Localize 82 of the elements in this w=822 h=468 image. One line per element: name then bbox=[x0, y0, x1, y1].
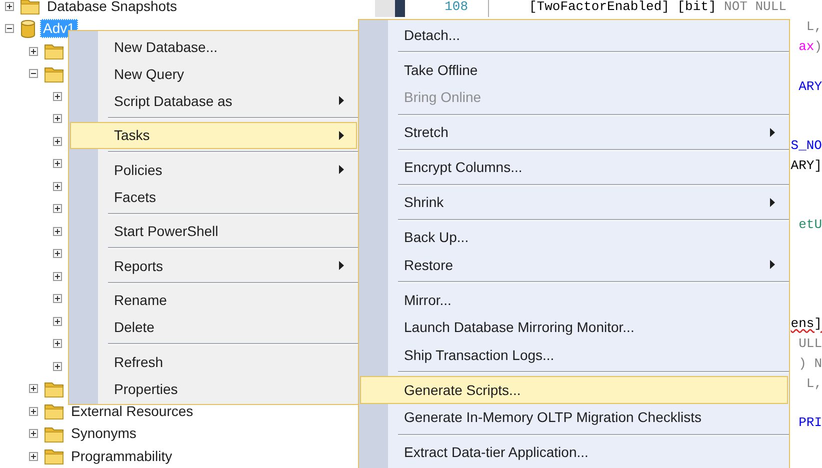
code-text: ax bbox=[798, 38, 814, 54]
code-text: ens] bbox=[790, 316, 822, 332]
code-text: S_NO bbox=[790, 138, 822, 153]
editor-margin bbox=[375, 0, 395, 17]
expand-icon[interactable] bbox=[53, 339, 62, 348]
expand-icon[interactable] bbox=[53, 249, 62, 258]
code-text: NOT NULL bbox=[724, 0, 786, 14]
code-text: etU bbox=[798, 217, 822, 232]
expand-icon[interactable] bbox=[29, 452, 38, 461]
menu-item[interactable]: Start PowerShell bbox=[70, 218, 357, 244]
code-text: L, bbox=[806, 19, 822, 34]
tree-item[interactable]: Synonyms bbox=[68, 424, 140, 444]
expand-icon[interactable] bbox=[53, 182, 62, 191]
menu-item[interactable]: Policies bbox=[70, 156, 357, 183]
folder-icon bbox=[44, 447, 64, 466]
expand-icon[interactable] bbox=[53, 114, 62, 124]
collapse-icon[interactable] bbox=[5, 24, 14, 34]
expand-icon[interactable] bbox=[29, 384, 38, 394]
folder-icon bbox=[44, 42, 64, 60]
menu-item[interactable]: Generate Scripts... bbox=[360, 376, 788, 404]
line-number: 108 bbox=[444, 0, 468, 14]
expand-icon[interactable] bbox=[53, 362, 62, 371]
tree-item[interactable]: External Resources bbox=[68, 402, 196, 421]
menu-item[interactable]: Ship Transaction Logs... bbox=[360, 341, 788, 368]
folder-icon bbox=[44, 402, 64, 420]
code-text: ) N bbox=[798, 356, 822, 371]
code-text: [TwoFactorEnabled] bbox=[529, 0, 670, 14]
folder-icon bbox=[20, 0, 40, 16]
menu-item[interactable]: Stretch bbox=[360, 118, 788, 146]
expand-icon[interactable] bbox=[29, 46, 38, 56]
menu-item[interactable]: Tasks bbox=[70, 122, 357, 148]
menu-item[interactable]: Mirror... bbox=[360, 286, 788, 314]
collapse-icon[interactable] bbox=[29, 69, 38, 78]
menu-item[interactable]: Generate In-Memory OLTP Migration Checklists bbox=[360, 404, 788, 431]
menu-item[interactable]: Shrink bbox=[360, 188, 788, 216]
menu-item[interactable]: Reports bbox=[70, 252, 357, 279]
code-text: ARY] bbox=[790, 158, 822, 173]
menu-item[interactable]: Extract Data-tier Application... bbox=[360, 438, 788, 466]
menu-item[interactable]: Properties bbox=[70, 375, 357, 402]
database-icon bbox=[20, 18, 36, 39]
submenu-arrow-icon bbox=[770, 198, 775, 207]
code-text: [bit] bbox=[677, 0, 716, 14]
menu-item[interactable]: Restore bbox=[360, 251, 788, 278]
menu-item[interactable]: Back Up... bbox=[360, 224, 788, 251]
submenu-arrow-icon bbox=[339, 165, 344, 174]
tree-item[interactable]: Programmability bbox=[68, 446, 176, 466]
submenu-arrow-icon bbox=[770, 260, 775, 270]
menu-item[interactable]: Rename bbox=[70, 286, 357, 314]
menu-item[interactable]: Refresh bbox=[70, 348, 357, 375]
expand-icon[interactable] bbox=[53, 316, 62, 326]
menu-item[interactable]: Delete bbox=[70, 314, 357, 340]
expand-icon[interactable] bbox=[53, 294, 62, 304]
folder-icon bbox=[44, 64, 64, 83]
submenu-arrow-icon bbox=[770, 128, 775, 137]
code-text: L, bbox=[806, 376, 822, 391]
menu-item[interactable]: Take Offline bbox=[360, 56, 788, 84]
code-text: ) bbox=[814, 38, 822, 54]
folder-icon bbox=[44, 424, 64, 443]
menu-item[interactable]: New Query bbox=[70, 60, 357, 87]
expand-icon[interactable] bbox=[53, 204, 62, 214]
menu-item[interactable]: Facets bbox=[70, 183, 357, 210]
menu-item[interactable]: Launch Database Mirroring Monitor... bbox=[360, 314, 788, 341]
tree-item[interactable]: Database Snapshots bbox=[44, 0, 180, 16]
expand-icon[interactable] bbox=[29, 406, 38, 416]
code-text: ARY bbox=[798, 78, 822, 94]
expand-icon[interactable] bbox=[53, 136, 62, 146]
folder-icon bbox=[44, 380, 64, 398]
expand-icon[interactable] bbox=[5, 2, 14, 11]
change-bar bbox=[395, 0, 405, 17]
code-text: PRI bbox=[798, 415, 822, 430]
expand-icon[interactable] bbox=[53, 272, 62, 281]
expand-icon[interactable] bbox=[53, 226, 62, 236]
menu-item[interactable]: Script Database as bbox=[70, 87, 357, 114]
expand-icon[interactable] bbox=[29, 429, 38, 438]
menu-item[interactable]: Detach... bbox=[360, 21, 788, 48]
submenu-arrow-icon bbox=[339, 261, 344, 270]
menu-item[interactable]: Encrypt Columns... bbox=[360, 154, 788, 181]
submenu-arrow-icon bbox=[339, 130, 344, 140]
code-text: ULL bbox=[798, 336, 822, 351]
expand-icon[interactable] bbox=[53, 159, 62, 168]
submenu-arrow-icon bbox=[339, 96, 344, 105]
expand-icon[interactable] bbox=[53, 92, 62, 101]
